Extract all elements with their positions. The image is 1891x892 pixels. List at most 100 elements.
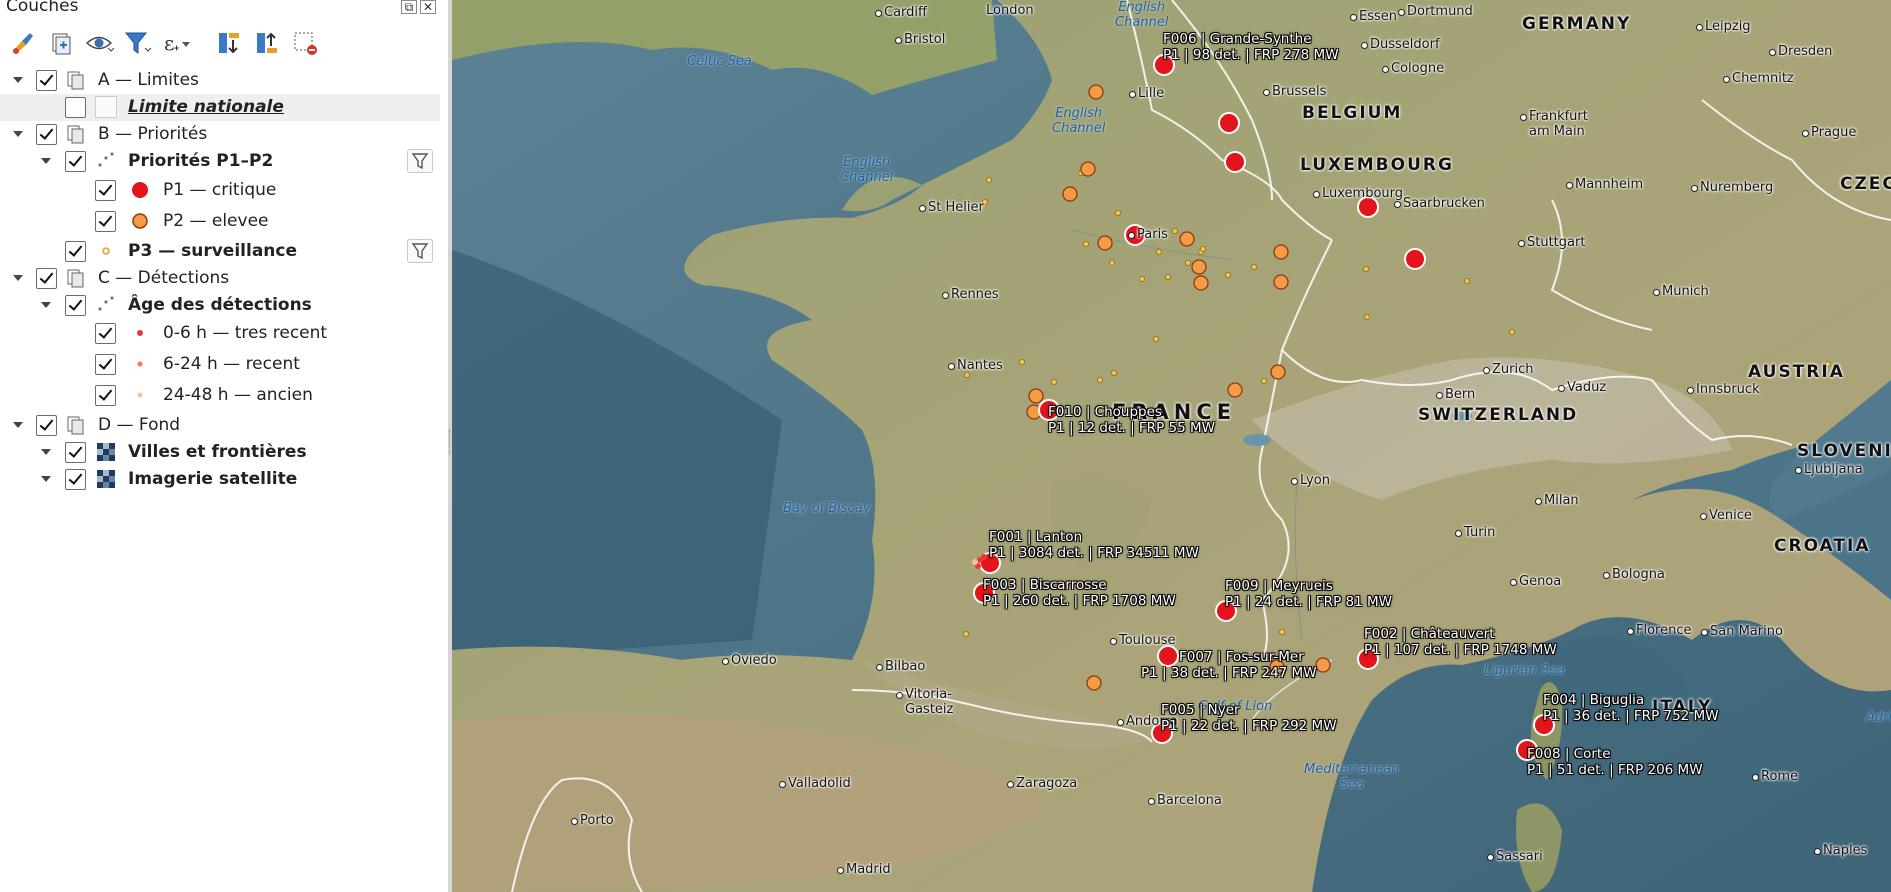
tree-row-priorites-p1p2[interactable]: Priorités P1–P2: [0, 148, 440, 175]
fire-label-f008[interactable]: F008 | Corte P1 | 51 det. | FRP 206 MW: [1527, 746, 1703, 778]
checkbox-group-c[interactable]: [36, 268, 57, 289]
checkbox-villes[interactable]: [65, 442, 86, 463]
city-label: Bristol: [894, 32, 946, 47]
fire-label-line2: P1 | 3084 det. | FRP 34511 MW: [989, 545, 1199, 561]
checkbox-imagerie[interactable]: [65, 469, 86, 490]
group-layers-icon: [67, 125, 84, 144]
collapse-all-icon[interactable]: [252, 28, 282, 58]
checkbox-age[interactable]: [65, 295, 86, 316]
city-label: Dusseldorf: [1361, 37, 1440, 52]
city-label: Chemnitz: [1723, 71, 1794, 86]
city-label: Barcelona: [1148, 793, 1222, 808]
add-group-icon[interactable]: [46, 28, 76, 58]
sea-label: English Channel: [840, 155, 894, 185]
city-label: Turin: [1454, 525, 1496, 540]
chevron-down-icon[interactable]: [39, 154, 53, 168]
fire-label-f002[interactable]: F002 | Châteauvert P1 | 107 det. | FRP 1…: [1364, 626, 1557, 658]
checkbox-priorites-p1p2[interactable]: [65, 151, 86, 172]
group-layers-icon: [67, 416, 84, 435]
country-label: BELGIUM: [1302, 103, 1403, 123]
filter-indicator-icon[interactable]: [407, 149, 433, 173]
filter-indicator-icon[interactable]: [407, 239, 433, 263]
tree-row-p2[interactable]: P2 — elevee: [0, 208, 440, 235]
tree-row-limite-nationale[interactable]: Limite nationale: [0, 94, 440, 121]
fire-label-f006[interactable]: F006 | Grande-Synthe P1 | 98 det. | FRP …: [1163, 31, 1339, 63]
city-label: Munich: [1653, 284, 1709, 299]
chevron-down-icon[interactable]: [11, 271, 25, 285]
fire-label-f001[interactable]: F001 | Lanton P1 | 3084 det. | FRP 34511…: [989, 529, 1199, 561]
tree-row-age-6-24[interactable]: 6-24 h — recent: [0, 351, 440, 378]
layer-label: Limite nationale: [128, 97, 284, 117]
tree-row-imagerie[interactable]: Imagerie satellite: [0, 466, 440, 493]
fire-label-f004[interactable]: F004 | Biguglia P1 | 36 det. | FRP 752 M…: [1543, 692, 1719, 724]
sea-label: English Channel: [1115, 0, 1169, 30]
tree-row-age-0-6[interactable]: 0-6 h — tres recent: [0, 320, 440, 347]
fire-label-line1: F009 | Meyrueis: [1225, 578, 1333, 594]
checkbox-age-24-48[interactable]: [95, 385, 116, 406]
float-panel-icon[interactable]: ⧉: [401, 0, 417, 14]
filter-legend-icon[interactable]: [122, 28, 152, 58]
tree-row-group-b[interactable]: B — Priorités: [0, 121, 440, 148]
fire-label-line1: F008 | Corte: [1527, 746, 1611, 762]
tree-row-group-a[interactable]: A — Limites: [0, 67, 440, 94]
city-label: Madrid: [837, 862, 891, 877]
checkbox-p3[interactable]: [65, 241, 86, 262]
city-label: Leipzig: [1696, 19, 1751, 34]
checkbox-p2[interactable]: [95, 211, 116, 232]
close-panel-icon[interactable]: ✕: [420, 0, 436, 14]
tree-row-p3[interactable]: P3 — surveillance: [0, 238, 440, 265]
checkbox-limite-nationale[interactable]: [65, 97, 86, 118]
checkbox-group-a[interactable]: [36, 70, 57, 91]
layer-label: P1 — critique: [163, 180, 277, 200]
tree-row-age-24-48[interactable]: 24-48 h — ancien: [0, 382, 440, 409]
tree-row-p1[interactable]: P1 — critique: [0, 177, 440, 204]
eye-visibility-icon[interactable]: [84, 28, 115, 58]
fire-label-f003[interactable]: F003 | Biscarrosse P1 | 260 det. | FRP 1…: [983, 577, 1176, 609]
checkbox-group-b[interactable]: [36, 124, 57, 145]
tree-row-age[interactable]: Âge des détections: [0, 292, 440, 319]
remove-layer-icon[interactable]: [290, 28, 320, 58]
chevron-down-icon[interactable]: [39, 472, 53, 486]
chevron-down-icon[interactable]: [11, 418, 25, 432]
fire-label-f010[interactable]: F010 | Chouppes P1 | 12 det. | FRP 55 MW: [1048, 404, 1215, 436]
layers-toolbar: ε: [0, 22, 448, 62]
city-label: Cologne: [1381, 61, 1445, 76]
city-label: Valladolid: [779, 776, 851, 791]
map-canvas[interactable]: GERMANY BELGIUM LUXEMBOURG FRANCE SWITZE…: [452, 0, 1891, 892]
panel-title: Couches: [6, 0, 79, 16]
tree-row-villes[interactable]: Villes et frontières: [0, 439, 440, 466]
fire-label-f005[interactable]: F005 | Nyer P1 | 22 det. | FRP 292 MW: [1161, 702, 1337, 734]
checkbox-age-6-24[interactable]: [95, 354, 116, 375]
layers-panel: Couches ⧉ ✕ ε A — Limites Limite nationa…: [0, 0, 448, 892]
chevron-down-icon[interactable]: [11, 73, 25, 87]
fire-label-line1: F001 | Lanton: [989, 529, 1083, 545]
layer-label: Imagerie satellite: [128, 469, 298, 489]
checkbox-group-d[interactable]: [36, 415, 57, 436]
chevron-down-icon[interactable]: [39, 298, 53, 312]
layer-label: 24-48 h — ancien: [163, 385, 313, 405]
city-label: Naples: [1813, 843, 1868, 858]
city-label: Oviedo: [722, 653, 777, 668]
layer-label: Villes et frontières: [128, 442, 307, 462]
chevron-down-icon[interactable]: [11, 127, 25, 141]
fire-label-line1: F004 | Biguglia: [1543, 692, 1645, 708]
chevron-down-icon[interactable]: [39, 445, 53, 459]
tree-row-group-d[interactable]: D — Fond: [0, 412, 440, 439]
checkbox-p1[interactable]: [95, 180, 116, 201]
fire-label-line2: P1 | 38 det. | FRP 247 MW: [1141, 665, 1317, 681]
checkbox-age-0-6[interactable]: [95, 323, 116, 344]
expression-filter-icon[interactable]: ε: [160, 28, 190, 58]
style-brush-icon[interactable]: [8, 28, 38, 58]
expand-all-icon[interactable]: [214, 28, 244, 58]
raster-layer-icon: [97, 470, 115, 488]
city-label: London: [986, 3, 1034, 18]
fire-label-f007[interactable]: F007 | Fos-sur-Mer P1 | 38 det. | FRP 24…: [1141, 649, 1317, 681]
city-label: Dresden: [1768, 44, 1833, 59]
age-24-48-symbol-icon: [137, 392, 143, 398]
city-label: Zaragoza: [1006, 776, 1078, 791]
fire-label-f009[interactable]: F009 | Meyrueis P1 | 24 det. | FRP 81 MW: [1225, 578, 1392, 610]
city-label: Nantes: [948, 358, 1003, 373]
tree-row-group-c[interactable]: C — Détections: [0, 265, 440, 292]
p3-symbol-icon: [102, 247, 110, 255]
city-label: Florence: [1627, 623, 1692, 638]
